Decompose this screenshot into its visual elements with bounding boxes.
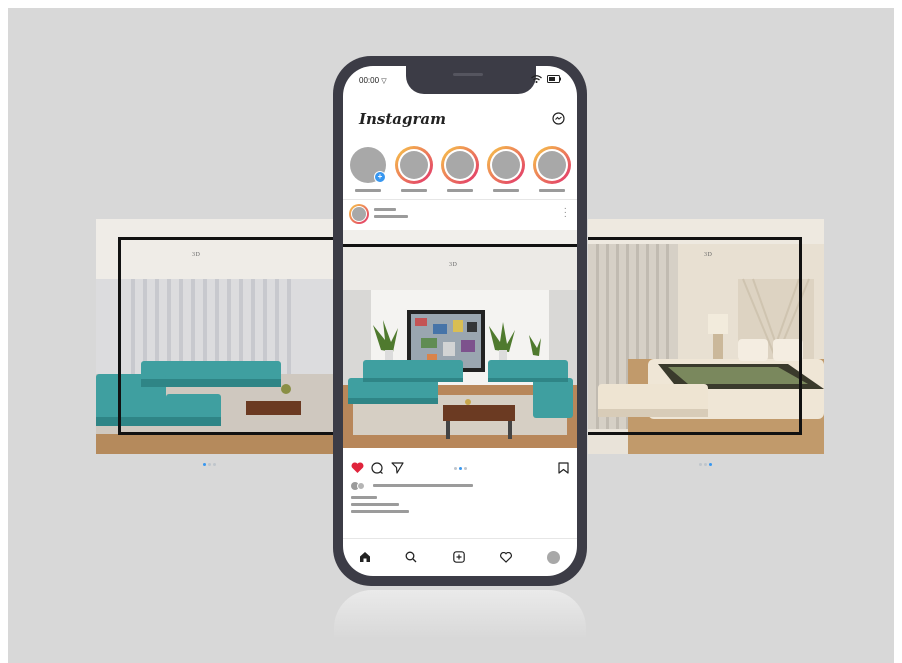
caption-line xyxy=(351,503,399,506)
nav-home[interactable] xyxy=(357,549,373,565)
profile-avatar xyxy=(546,550,560,564)
bottom-navigation xyxy=(343,538,577,576)
living-room-image-center xyxy=(343,230,577,454)
nav-activity[interactable] xyxy=(498,549,514,565)
story-name xyxy=(401,189,427,192)
phone-mockup: 00:00 ▽ Instagram + · · · 3D xyxy=(333,56,587,586)
search-icon xyxy=(405,551,417,563)
save-bookmark-icon[interactable] xyxy=(558,462,569,474)
story-item[interactable] xyxy=(395,146,433,184)
more-options-icon[interactable]: · · · xyxy=(564,204,567,222)
carousel-dots-left xyxy=(203,463,216,466)
liker-avatar xyxy=(357,482,365,490)
watermark-logo: 3D xyxy=(192,252,200,258)
liked-by-avatars[interactable] xyxy=(351,482,369,490)
watermark-logo: 3D xyxy=(704,252,712,258)
watermark-logo: 3D xyxy=(449,262,457,268)
story-own[interactable]: + xyxy=(349,146,387,184)
status-time-text: 00:00 xyxy=(359,76,380,85)
dot xyxy=(699,463,702,466)
carousel-dots-center xyxy=(454,467,467,470)
post-image[interactable]: 3D xyxy=(343,230,577,454)
post-author-avatar[interactable] xyxy=(349,204,369,224)
watermark-text: 3D xyxy=(192,252,201,258)
status-time: 00:00 ▽ xyxy=(359,76,387,85)
carousel-dots-right xyxy=(699,463,712,466)
story-name xyxy=(493,189,519,192)
watermark-text: 3D xyxy=(449,262,458,268)
story-item[interactable] xyxy=(533,146,571,184)
liked-by-text[interactable] xyxy=(373,484,473,487)
home-icon xyxy=(360,552,370,562)
carousel-slide-left: 3D xyxy=(96,219,334,454)
story-item[interactable] xyxy=(441,146,479,184)
location-arrow-icon: ▽ xyxy=(381,78,387,85)
nav-profile[interactable] xyxy=(545,549,561,565)
story-name xyxy=(539,189,565,192)
comment-icon[interactable] xyxy=(371,462,384,474)
phone-notch xyxy=(406,66,536,94)
story-name xyxy=(355,189,381,192)
dot xyxy=(704,463,707,466)
create-icon xyxy=(453,551,465,563)
battery-icon xyxy=(547,75,561,83)
divider xyxy=(343,199,577,200)
watermark-text: 3D xyxy=(704,252,713,258)
phone-screen: 00:00 ▽ Instagram + · · · 3D xyxy=(343,66,577,576)
dot xyxy=(454,467,457,470)
dot-active xyxy=(709,463,712,466)
dot xyxy=(213,463,216,466)
speaker-grill xyxy=(453,73,483,76)
share-icon[interactable] xyxy=(391,462,404,474)
dot-active xyxy=(203,463,206,466)
nav-create[interactable] xyxy=(451,549,467,565)
carousel-slide-right: 3D xyxy=(588,219,824,454)
caption-line xyxy=(351,510,409,513)
phone-reflection xyxy=(334,590,586,660)
post-actions xyxy=(351,462,569,476)
post-location[interactable] xyxy=(374,215,408,218)
post-author-name[interactable] xyxy=(374,208,396,211)
wifi-icon xyxy=(531,75,542,83)
stories-tray: + xyxy=(349,146,577,196)
frame-overlay xyxy=(118,237,334,435)
instagram-logo[interactable]: Instagram xyxy=(359,110,446,128)
frame-overlay xyxy=(588,237,802,435)
messenger-icon[interactable] xyxy=(552,112,565,125)
dot-active xyxy=(459,467,462,470)
activity-heart-icon xyxy=(500,551,512,563)
caption-username[interactable] xyxy=(351,496,377,499)
status-icons xyxy=(531,75,561,83)
like-heart-icon[interactable] xyxy=(351,462,364,474)
dot xyxy=(464,467,467,470)
story-name xyxy=(447,189,473,192)
nav-search[interactable] xyxy=(403,549,419,565)
add-story-icon[interactable]: + xyxy=(374,171,386,183)
dot xyxy=(208,463,211,466)
story-item[interactable] xyxy=(487,146,525,184)
